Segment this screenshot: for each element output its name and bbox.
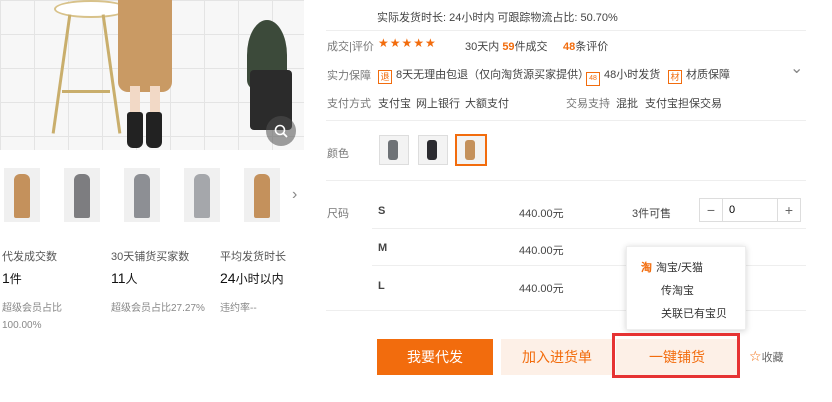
payment-label: 支付方式 bbox=[327, 98, 371, 110]
main-product-image[interactable] bbox=[0, 0, 304, 150]
stat-block: 代发成交数 1件 超级会员占比 100.00% bbox=[2, 248, 98, 331]
dropdown-item-link[interactable]: 关联已有宝贝 bbox=[661, 305, 741, 321]
stat-sub: 超级会员占比27.27% bbox=[111, 303, 205, 314]
decrement-button[interactable]: − bbox=[700, 199, 722, 221]
trade-label: 交易支持 bbox=[566, 98, 610, 110]
stat-value: 24小时以内 bbox=[220, 270, 284, 286]
guarantee-material[interactable]: 材材质保障 bbox=[668, 66, 730, 84]
model-coat bbox=[118, 0, 172, 92]
stat-value: 1件 bbox=[2, 270, 22, 286]
divider bbox=[326, 180, 806, 181]
stat-block: 平均发货时长 24小时以内 违约率-- bbox=[220, 248, 310, 314]
thumbnail[interactable] bbox=[184, 168, 220, 222]
thumbnail[interactable] bbox=[4, 168, 40, 222]
size-label: 尺码 bbox=[327, 208, 349, 220]
shipping-info: 实际发货时长: 24小时内 可跟踪物流占比: 50.70% bbox=[377, 12, 618, 24]
stat-label: 平均发货时长 bbox=[220, 251, 286, 263]
highlight-box bbox=[612, 333, 740, 378]
stat-sub: 违约率-- bbox=[220, 303, 257, 314]
sales-count: 30天内 59件成交 bbox=[465, 41, 548, 53]
divider bbox=[372, 228, 806, 229]
clock-icon: 48 bbox=[586, 72, 600, 86]
star-outline-icon: ☆ bbox=[749, 348, 762, 364]
color-swatch[interactable] bbox=[379, 135, 409, 165]
stool-ring bbox=[62, 90, 110, 143]
size-stock: 3件可售 bbox=[632, 208, 672, 220]
payment-method: 网上银行 bbox=[416, 98, 460, 110]
model-boot bbox=[146, 112, 162, 148]
size-price: 440.00元 bbox=[519, 245, 564, 257]
size-name: M bbox=[378, 242, 388, 254]
dropdown-item-taobao[interactable]: 淘淘宝/天猫 bbox=[641, 259, 741, 275]
add-to-cart-button[interactable]: 加入进货单 bbox=[501, 339, 613, 375]
reviews-label: 成交|评价 bbox=[327, 41, 374, 53]
thumbnail[interactable] bbox=[64, 168, 100, 222]
color-label: 颜色 bbox=[327, 148, 349, 160]
payment-method: 大额支付 bbox=[465, 98, 509, 110]
model-boot bbox=[127, 112, 143, 148]
chevron-right-icon[interactable]: › bbox=[292, 186, 304, 204]
size-price: 440.00元 bbox=[519, 208, 564, 220]
divider bbox=[326, 30, 806, 31]
color-swatch-selected[interactable] bbox=[455, 134, 487, 166]
color-swatch[interactable] bbox=[418, 135, 448, 165]
payment-method: 支付宝 bbox=[378, 98, 411, 110]
size-name: L bbox=[378, 280, 385, 292]
review-count[interactable]: 48条评价 bbox=[563, 38, 608, 54]
guarantee-label: 实力保障 bbox=[327, 70, 371, 82]
stool bbox=[54, 0, 128, 18]
stat-label: 30天铺货买家数 bbox=[111, 251, 190, 263]
guarantee-return[interactable]: 退 8天无理由包退（仅向淘货源买家提供） bbox=[378, 66, 589, 84]
trade-method: 混批 bbox=[616, 98, 638, 110]
stat-block: 30天铺货买家数 11人 超级会员占比27.27% bbox=[111, 248, 215, 314]
rating-stars[interactable]: ★★★★★ bbox=[378, 36, 437, 50]
increment-button[interactable]: + bbox=[778, 199, 800, 221]
stat-value: 11人 bbox=[111, 270, 138, 286]
stat-sub: 超级会员占比 bbox=[2, 303, 62, 314]
chevron-down-icon[interactable]: ⌄ bbox=[790, 58, 803, 78]
magnifier-icon[interactable] bbox=[266, 116, 296, 146]
taobao-icon: 淘 bbox=[641, 262, 652, 274]
material-icon: 材 bbox=[668, 70, 682, 84]
size-name: S bbox=[378, 205, 386, 217]
divider bbox=[326, 120, 806, 121]
stat-sub: 100.00% bbox=[2, 320, 42, 331]
dropdown-item-upload[interactable]: 传淘宝 bbox=[661, 282, 741, 298]
guarantee-48h[interactable]: 48 48小时发货 bbox=[586, 66, 660, 86]
stat-label: 代发成交数 bbox=[2, 251, 57, 263]
trade-method: 支付宝担保交易 bbox=[645, 98, 722, 110]
quantity-input[interactable] bbox=[722, 199, 778, 221]
return-icon: 退 bbox=[378, 70, 392, 84]
thumbnail[interactable] bbox=[124, 168, 160, 222]
distribute-dropdown: 淘淘宝/天猫 传淘宝 关联已有宝贝 bbox=[626, 246, 746, 330]
quantity-stepper[interactable]: − + bbox=[699, 198, 801, 222]
thumbnail[interactable] bbox=[244, 168, 280, 222]
favorite-button[interactable]: ☆收藏 bbox=[749, 348, 784, 365]
dropship-button[interactable]: 我要代发 bbox=[377, 339, 493, 375]
size-price: 440.00元 bbox=[519, 283, 564, 295]
